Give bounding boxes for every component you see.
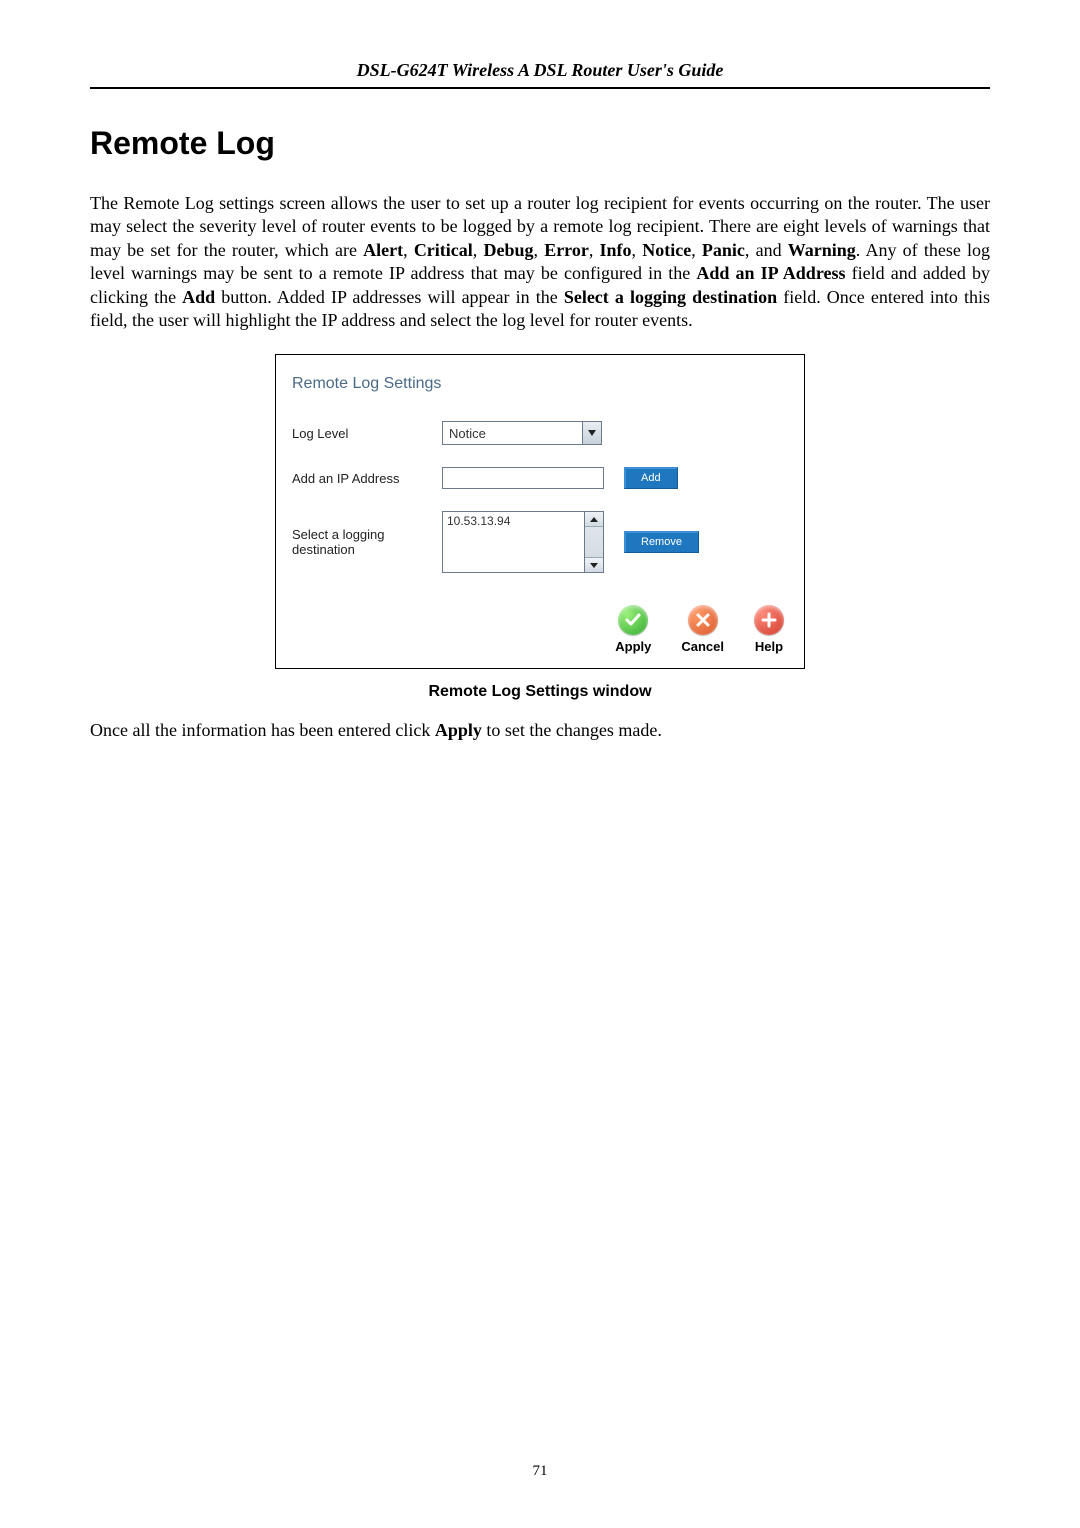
apply-label: Apply — [615, 639, 651, 654]
log-level-label: Log Level — [292, 426, 442, 441]
page-number: 71 — [0, 1463, 1080, 1480]
remote-log-settings-panel: Remote Log Settings Log Level Notice Add… — [275, 354, 805, 669]
section-title: Remote Log — [90, 125, 990, 162]
header-rule — [90, 87, 990, 89]
destination-list-body: 10.53.13.94 — [442, 511, 584, 573]
add-button[interactable]: Add — [624, 467, 678, 489]
checkmark-icon — [618, 605, 648, 635]
apply-button[interactable]: Apply — [615, 605, 651, 654]
panel-heading: Remote Log Settings — [292, 375, 788, 393]
log-level-select[interactable]: Notice — [442, 421, 602, 445]
intro-paragraph: The Remote Log settings screen allows th… — [90, 192, 990, 332]
destination-listbox[interactable]: 10.53.13.94 — [442, 511, 604, 573]
list-item[interactable]: 10.53.13.94 — [447, 514, 580, 528]
add-ip-label: Add an IP Address — [292, 471, 442, 486]
trailing-paragraph: Once all the information has been entere… — [90, 719, 990, 742]
remove-button[interactable]: Remove — [624, 531, 699, 553]
scroll-down-icon[interactable] — [585, 557, 603, 572]
destination-label: Select a logging destination — [292, 527, 442, 557]
close-icon — [688, 605, 718, 635]
destination-row: Select a logging destination 10.53.13.94… — [292, 511, 788, 573]
add-ip-row: Add an IP Address Add — [292, 467, 788, 489]
log-level-value: Notice — [442, 421, 582, 445]
scroll-up-icon[interactable] — [585, 512, 603, 527]
scrollbar[interactable] — [584, 511, 604, 573]
add-ip-input[interactable] — [442, 467, 604, 489]
figure-caption: Remote Log Settings window — [90, 683, 990, 701]
help-button[interactable]: Help — [754, 605, 784, 654]
log-level-row: Log Level Notice — [292, 421, 788, 445]
cancel-label: Cancel — [681, 639, 724, 654]
help-label: Help — [755, 639, 783, 654]
cancel-button[interactable]: Cancel — [681, 605, 724, 654]
action-row: Apply Cancel Help — [292, 605, 788, 654]
page-header-title: DSL-G624T Wireless A DSL Router User's G… — [90, 60, 990, 87]
plus-icon — [754, 605, 784, 635]
scroll-track[interactable] — [585, 527, 603, 557]
chevron-down-icon[interactable] — [582, 421, 602, 445]
